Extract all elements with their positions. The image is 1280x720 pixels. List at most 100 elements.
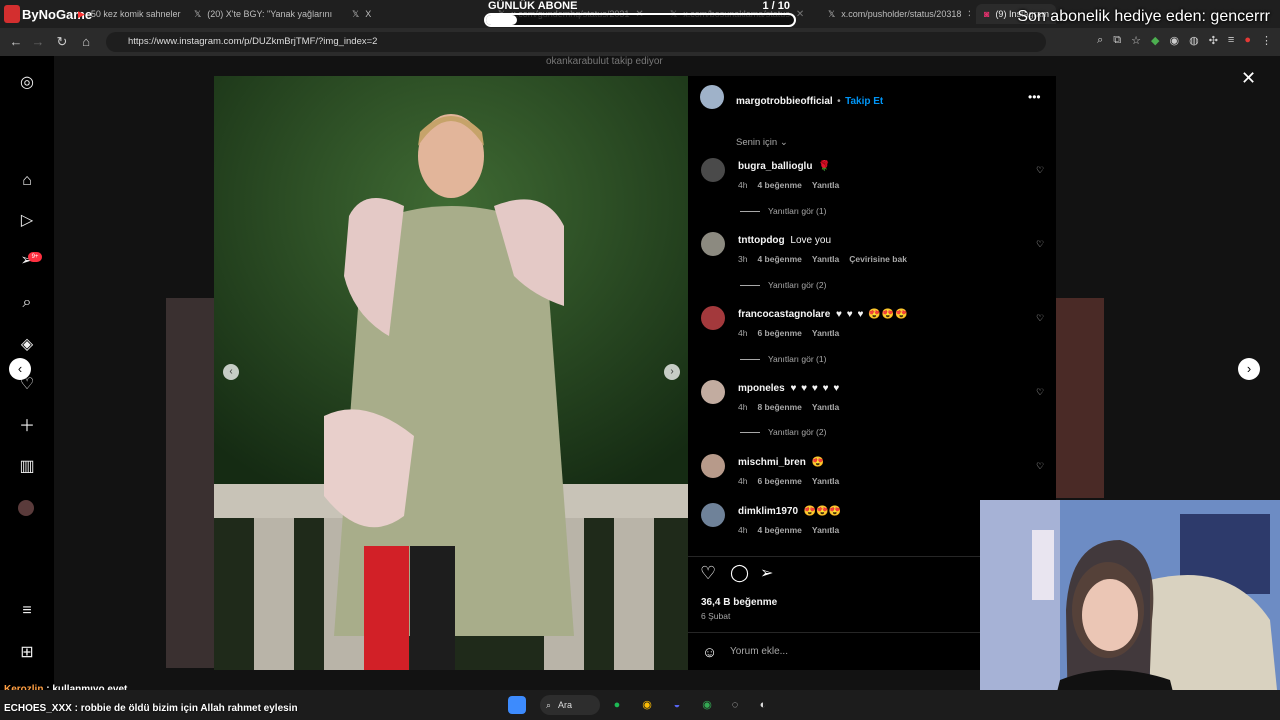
comment-likes[interactable]: 6 beğenme [757,328,801,338]
author-avatar[interactable] [700,85,724,109]
comment-likes[interactable]: 8 beğenme [757,402,801,412]
meta-apps-icon[interactable]: ⊞ [18,644,36,662]
comment-username[interactable]: tnttopdog [738,235,785,246]
reply-button[interactable]: Yanıtla [812,402,839,412]
comment: dimklim1970 😍😍😍 [738,506,841,517]
spotify-icon[interactable]: ● [608,696,626,714]
app-icon[interactable]: ◐ [754,696,772,714]
bookmark-star-icon[interactable]: ☆ [1131,34,1141,47]
forward-icon[interactable]: → [26,34,50,49]
commenter-avatar[interactable] [701,306,725,330]
previous-post-arrow[interactable]: ‹ [9,358,31,380]
comment-like-icon[interactable]: ♡ [1036,239,1044,250]
emoji-icon[interactable]: ☺ [702,644,717,661]
view-replies-button[interactable]: Yanıtları gör (1) [740,354,826,364]
comment-like-icon[interactable]: ♡ [1036,313,1044,324]
reply-button[interactable]: Yanıtla [812,525,839,535]
menu-dots-icon[interactable]: ⋮ [1261,34,1272,47]
explore-icon[interactable]: ◈ [18,336,36,354]
comment-like-icon[interactable]: ♡ [1036,387,1044,398]
zoom-icon[interactable]: ⌕ [1097,34,1103,47]
tab-x-pusholder[interactable]: 𝕏 x.com/pusholder/status/20318 ✕ [820,4,970,24]
comment-username[interactable]: mischmi_bren [738,457,806,468]
home-icon[interactable]: ⌂ [74,34,98,49]
commenter-avatar[interactable] [701,380,725,404]
comment-likes[interactable]: 6 beğenme [757,476,801,486]
view-replies-label: Yanıtları gör (2) [768,427,827,437]
discord-icon[interactable]: ◒ [668,696,686,714]
profile-avatar[interactable] [18,500,34,516]
home-icon[interactable]: ⌂ [18,172,36,190]
shield-extension-icon[interactable]: ◆ [1151,34,1159,47]
view-replies-button[interactable]: Yanıtları gör (1) [740,206,826,216]
commenter-avatar[interactable] [701,503,725,527]
reload-icon[interactable]: ↻ [50,34,74,50]
tab-x[interactable]: 𝕏 X [344,4,480,24]
comment-meta: 4h 4 beğenme Yanıtla [738,525,839,535]
comment-username[interactable]: francocastagnolare [738,309,830,320]
divider [740,210,760,212]
chrome-active-icon[interactable]: ◉ [698,696,716,714]
photo-prev-arrow[interactable]: ‹ [223,364,239,380]
comment-meta: 4h 4 beğenme Yanıtla [738,180,839,190]
search-icon[interactable]: ⌕ [18,294,36,312]
install-icon[interactable]: ⧉ [1113,34,1121,47]
reels-icon[interactable]: ▷ [18,212,36,230]
comment-likes[interactable]: 4 beğenme [757,180,801,190]
puzzle-icon[interactable]: ✣ [1209,34,1218,47]
comment-username[interactable]: mponeles [738,383,785,394]
profile-icon[interactable]: ● [1244,34,1251,47]
reply-button[interactable]: Yanıtla [812,180,839,190]
windows-start-icon[interactable] [508,696,526,714]
comment-like-icon[interactable]: ♡ [1036,165,1044,176]
comment-username[interactable]: bugra_ballioglu [738,161,812,172]
dashboard-icon[interactable]: ▥ [18,458,36,476]
share-send-icon[interactable]: ➢ [760,563,773,583]
comment-sort-dropdown[interactable]: Senin için ⌄ [736,137,788,148]
sub-goal-bar [484,13,796,27]
media-icon[interactable]: ≡ [1228,34,1234,47]
close-tab-icon[interactable]: ✕ [967,9,970,20]
like-heart-icon[interactable]: ♡ [700,563,716,584]
divider [740,358,760,360]
close-icon[interactable]: ✕ [1241,68,1256,89]
view-replies-button[interactable]: Yanıtları gör (2) [740,427,826,437]
reply-button[interactable]: Yanıtla [812,476,839,486]
author-username[interactable]: margotrobbieofficial [736,96,833,107]
instagram-logo-icon[interactable]: ◎ [18,74,36,92]
app-icon[interactable]: ◌ [726,696,744,714]
translate-button[interactable]: Çevirisine bak [849,254,907,264]
close-tab-icon[interactable]: ✕ [796,9,804,20]
search-icon: ⌕ [546,700,552,710]
comment-meta: 4h 6 beğenme Yanıtla [738,328,839,338]
reply-button[interactable]: Yanıtla [812,254,839,264]
view-replies-button[interactable]: Yanıtları gör (2) [740,280,826,290]
post-photo[interactable]: ‹ › [214,76,688,670]
follow-button[interactable]: Takip Et [845,96,883,107]
like-count[interactable]: 36,4 B beğenme [701,597,777,608]
extension-icon[interactable]: ◍ [1189,34,1199,47]
commenter-avatar[interactable] [701,232,725,256]
chrome-icon[interactable]: ◉ [638,696,656,714]
tab-x-bgy[interactable]: 𝕏 (20) X'te BGY: "Yanak yağlarını ✕ [186,4,336,24]
comment-username[interactable]: dimklim1970 [738,506,798,517]
back-icon[interactable]: ← [4,34,28,49]
comment-likes[interactable]: 4 beğenme [757,525,801,535]
reply-button[interactable]: Yanıtla [812,328,839,338]
post-date: 6 Şubat [701,611,731,621]
taskbar-search[interactable]: ⌕ Ara [540,695,600,715]
more-options-icon[interactable]: ••• [1028,90,1041,104]
tab-youtube[interactable]: ▶ 50 kez komik sahneler ✕ [70,4,182,24]
url-input[interactable]: https://www.instagram.com/p/DUZkmBrjTMF/… [106,32,1046,52]
comment-like-icon[interactable]: ♡ [1036,461,1044,472]
comment-likes[interactable]: 4 beğenme [757,254,801,264]
comment-input[interactable]: Yorum ekle... [730,646,788,657]
extension-icon[interactable]: ◉ [1169,34,1179,47]
photo-next-arrow[interactable]: › [664,364,680,380]
commenter-avatar[interactable] [701,158,725,182]
comment-bubble-icon[interactable]: ◯ [730,563,749,583]
create-icon[interactable]: ＋ [18,418,36,436]
next-post-arrow[interactable]: › [1238,358,1260,380]
commenter-avatar[interactable] [701,454,725,478]
more-menu-icon[interactable]: ≡ [18,602,36,620]
